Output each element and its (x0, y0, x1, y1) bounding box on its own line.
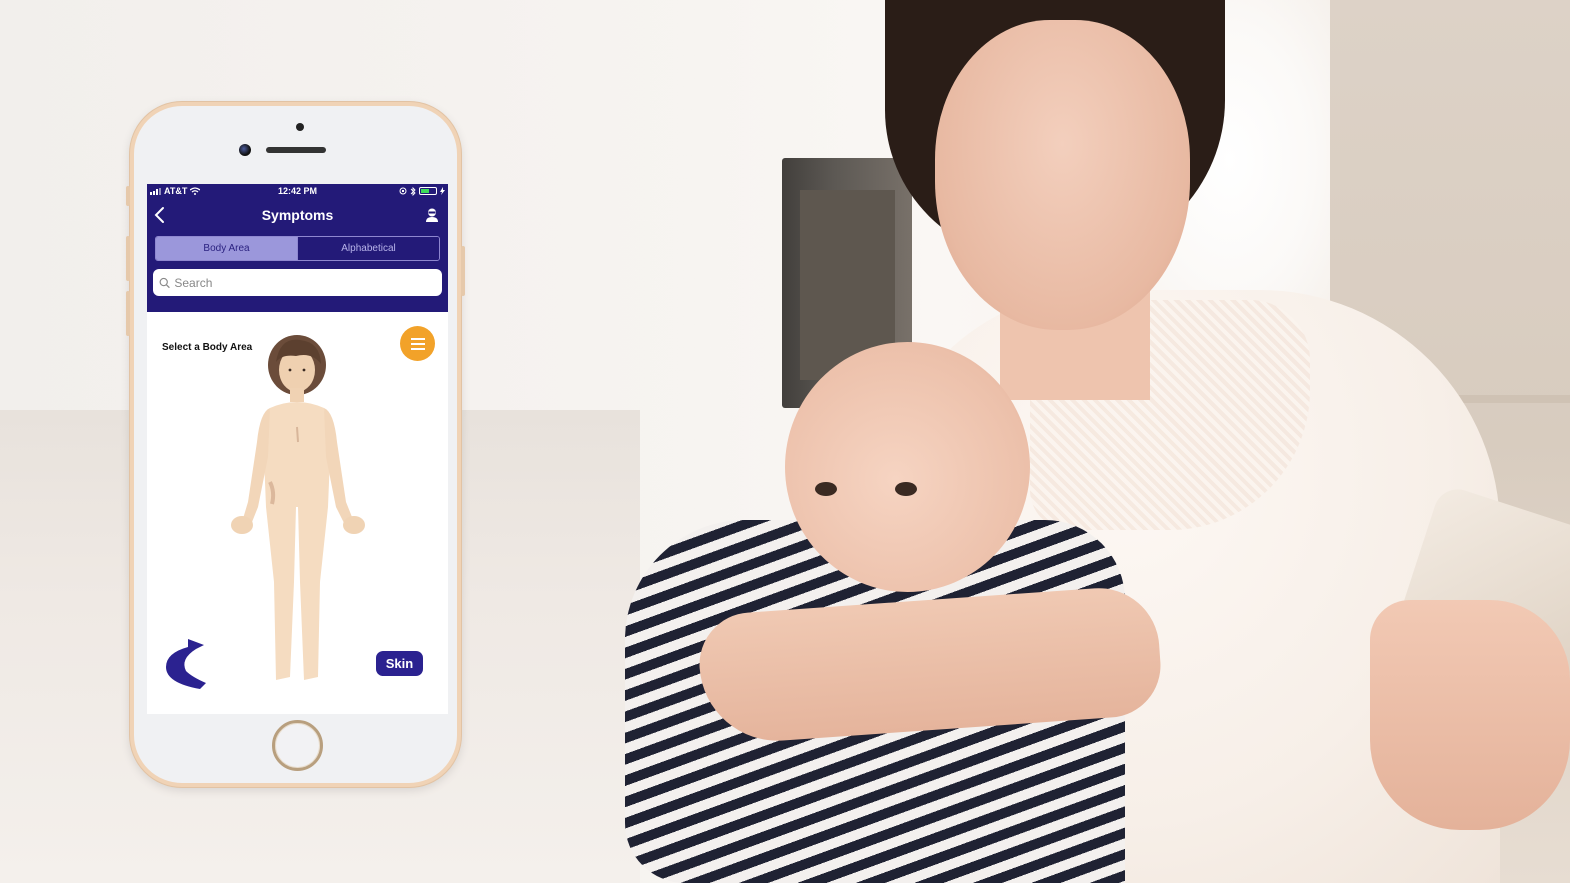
search-icon (159, 277, 170, 288)
status-bar: AT&T 12:42 PM (147, 184, 448, 198)
rotate-figure-button[interactable] (162, 637, 210, 689)
app-screen: AT&T 12:42 PM Symptoms Body Area Alphabe… (147, 184, 448, 714)
carrier-label: AT&T (164, 186, 188, 196)
figure-left-hand (231, 516, 253, 534)
phone-mockup: AT&T 12:42 PM Symptoms Body Area Alphabe… (126, 102, 465, 787)
figure-left-leg (266, 507, 296, 680)
page-title: Symptoms (261, 207, 334, 223)
search-bar[interactable] (153, 269, 442, 296)
tab-body-area[interactable]: Body Area (156, 237, 297, 260)
status-time: 12:42 PM (277, 186, 318, 196)
volume-down-button (126, 291, 130, 336)
view-toggle: Body Area Alphabetical (155, 236, 440, 261)
figure-eye (302, 368, 306, 372)
orientation-lock-icon (399, 187, 407, 195)
figure-shading (296, 426, 299, 443)
front-camera-icon (239, 144, 251, 156)
baby-eye (895, 482, 917, 496)
battery-icon (419, 187, 437, 195)
search-input[interactable] (174, 275, 442, 290)
baby-head (785, 342, 1030, 592)
wifi-icon (190, 187, 201, 195)
body-map-panel: Select a Body Area Skin (147, 312, 448, 714)
tab-alphabetical[interactable]: Alphabetical (297, 237, 439, 260)
rotate-arrow-icon (166, 639, 206, 689)
figure-eye (288, 368, 292, 372)
body-figure[interactable] (220, 332, 380, 692)
back-button[interactable] (153, 206, 169, 224)
app-header: AT&T 12:42 PM Symptoms Body Area Alphabe… (147, 184, 448, 312)
baby-eye (815, 482, 837, 496)
proximity-sensor (296, 123, 304, 131)
chevron-left-icon (154, 207, 164, 223)
skin-button[interactable]: Skin (376, 651, 423, 676)
hamburger-menu-icon (410, 337, 425, 350)
volume-up-button (126, 236, 130, 281)
signal-icon (150, 187, 161, 195)
mute-switch (126, 186, 130, 206)
figure-right-leg (298, 507, 328, 680)
bluetooth-icon (410, 186, 416, 196)
power-button (461, 246, 465, 296)
figure-right-arm (324, 408, 354, 527)
mother-face (935, 20, 1190, 330)
person-icon (426, 208, 438, 222)
home-button[interactable] (272, 720, 323, 771)
mother-hand (1370, 600, 1570, 830)
earpiece-speaker (266, 147, 326, 153)
figure-right-hand (343, 516, 365, 534)
profile-button[interactable] (424, 206, 440, 224)
figure-left-arm (242, 408, 270, 527)
charging-icon (440, 187, 445, 195)
nav-bar: Symptoms (147, 198, 448, 232)
figure-neck (290, 388, 304, 402)
menu-button[interactable] (400, 326, 435, 361)
